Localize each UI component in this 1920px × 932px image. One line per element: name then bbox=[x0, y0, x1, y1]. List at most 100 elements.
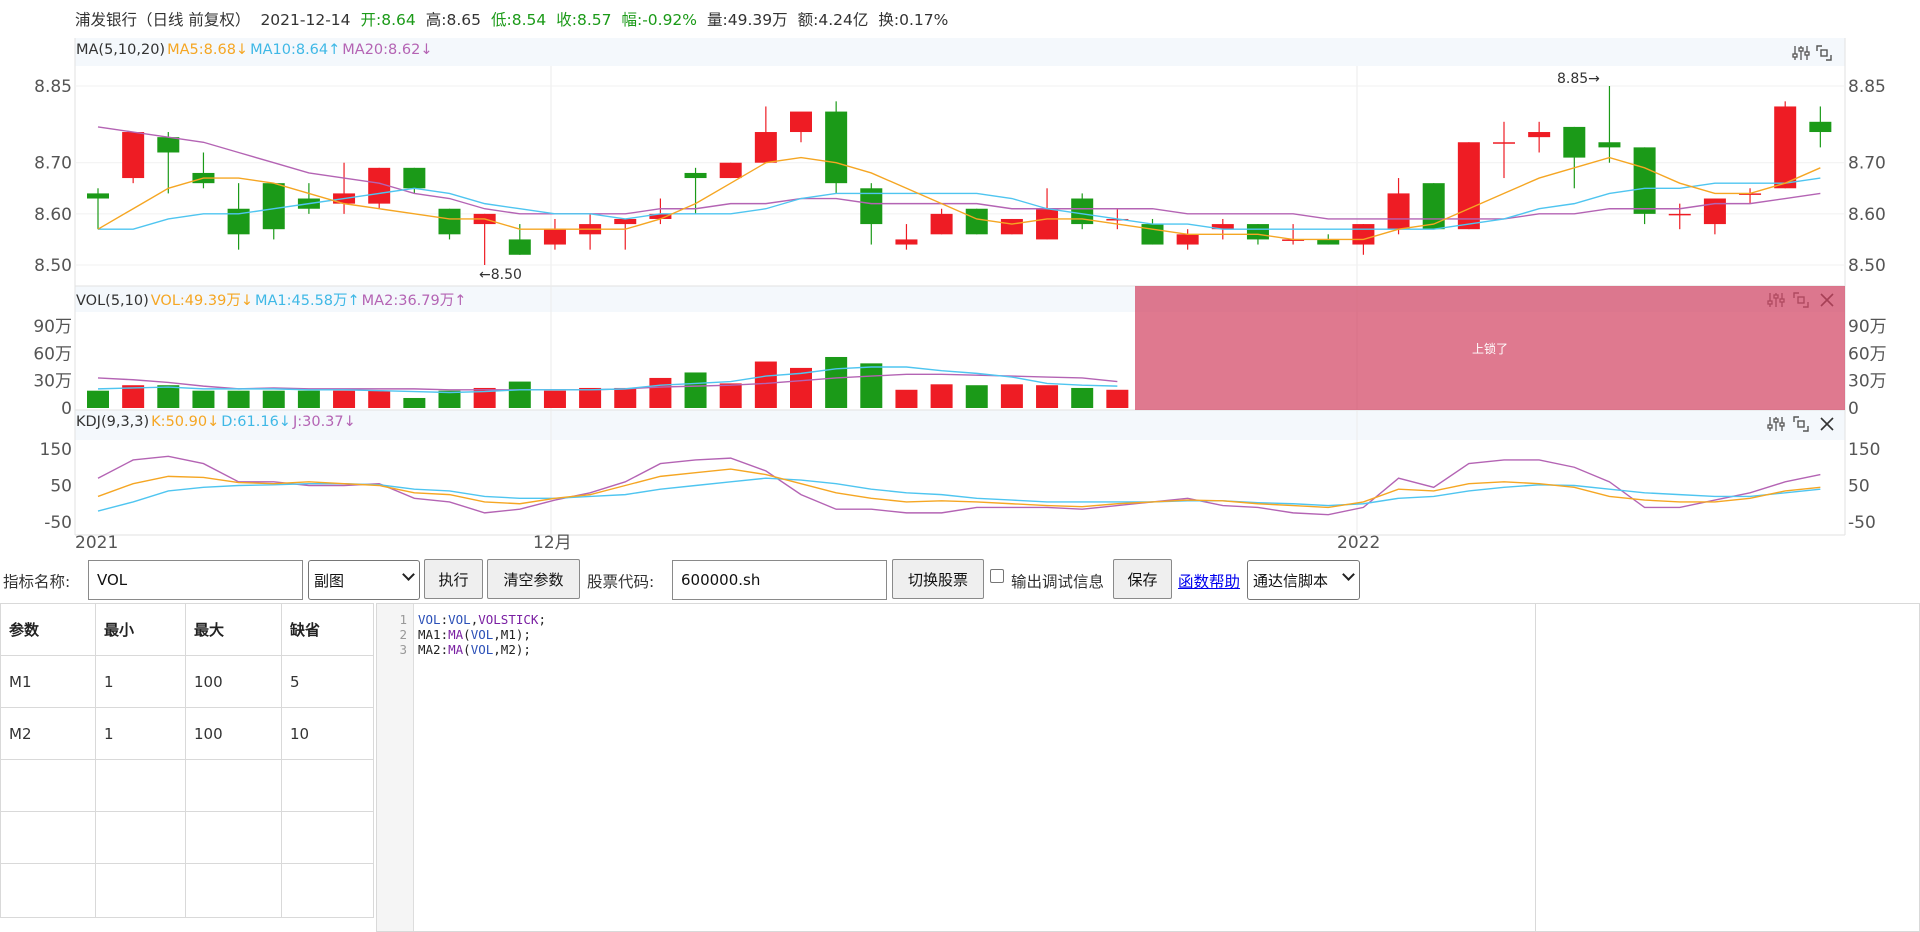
candle-body bbox=[930, 213, 953, 235]
quote-info-bar: 浦发银行（日线 前复权） 2021-12-14 开:8.64 高:8.65 低:8.54… bbox=[75, 8, 958, 30]
indicator-name-input[interactable]: VOL bbox=[88, 560, 303, 600]
param-max-cell[interactable]: 100 bbox=[185, 655, 282, 708]
kdj-tick-label-right: -50 bbox=[1848, 513, 1876, 533]
volume-bar bbox=[333, 390, 356, 408]
kdj-j-legend: J:30.37↓ bbox=[292, 414, 356, 430]
param-name-cell[interactable] bbox=[0, 759, 96, 812]
vol-legend: VOL(5,10) VOL:49.39万↓ MA1:45.58万↑ MA2:36.79… bbox=[76, 289, 468, 310]
settings-icon[interactable] bbox=[1766, 415, 1786, 433]
code-line[interactable]: MA2:MA(VOL,M2); bbox=[418, 642, 531, 657]
code-token: VOL bbox=[470, 642, 494, 657]
ma20-legend: MA20:8.62↓ bbox=[342, 42, 433, 58]
table-row[interactable]: M2 1 100 10 bbox=[0, 707, 374, 760]
candle-body bbox=[438, 208, 461, 235]
param-default-cell[interactable]: 5 bbox=[281, 655, 374, 708]
code-token: VOL bbox=[418, 612, 441, 627]
debug-label: 输出调试信息 bbox=[1011, 573, 1105, 591]
code-token: MA bbox=[448, 642, 464, 657]
volume-bar bbox=[1071, 387, 1094, 408]
param-min-cell[interactable] bbox=[95, 759, 186, 812]
volume-bar bbox=[895, 389, 918, 408]
param-min-cell[interactable]: 1 bbox=[95, 707, 186, 760]
ma-title: MA(5,10,20) bbox=[76, 42, 166, 58]
code-token: MA2: bbox=[418, 642, 449, 657]
kdj-tick-label-left: -50 bbox=[44, 513, 72, 533]
quote-date: 2021-12-14 bbox=[260, 11, 351, 29]
candle-body bbox=[754, 132, 777, 163]
param-min-cell[interactable]: 1 bbox=[95, 655, 186, 708]
script-code-editor[interactable]: 1 VOL:VOL,VOLSTICK; 2 MA1:MA(VOL,M1); 3 MA2:M… bbox=[376, 603, 1536, 932]
volume-bar bbox=[192, 390, 215, 408]
param-default-cell[interactable] bbox=[281, 759, 374, 812]
script-type-value: 通达信脚本 bbox=[1253, 571, 1329, 590]
line-number: 3 bbox=[399, 642, 407, 657]
kdj-k-legend: K:50.90↓ bbox=[151, 414, 220, 430]
param-max-cell[interactable] bbox=[185, 811, 282, 864]
table-row[interactable]: M1 1 100 5 bbox=[0, 655, 374, 708]
price-tick-label-right: 8.50 bbox=[1848, 256, 1886, 276]
vol-tick-label-left: 0 bbox=[61, 399, 72, 419]
param-default-cell[interactable]: 10 bbox=[281, 707, 374, 760]
clear-params-button[interactable]: 清空参数 bbox=[487, 559, 580, 599]
script-type-select[interactable]: 通达信脚本 bbox=[1247, 560, 1360, 600]
header-cell: 最小 bbox=[95, 603, 186, 656]
kdj-title: KDJ(9,3,3) bbox=[76, 414, 150, 430]
param-default-cell[interactable] bbox=[281, 811, 374, 864]
line-number: 1 bbox=[399, 612, 407, 627]
fullscreen-icon[interactable] bbox=[1792, 415, 1810, 433]
volume-bar bbox=[157, 385, 180, 408]
stock-code-input[interactable]: 600000.sh bbox=[672, 560, 887, 600]
switch-stock-button[interactable]: 切换股票 bbox=[892, 559, 984, 599]
fullscreen-icon[interactable] bbox=[1815, 44, 1833, 62]
kdj-d-line bbox=[97, 477, 1821, 512]
param-default-cell[interactable] bbox=[281, 863, 374, 918]
header-cell: 参数 bbox=[0, 603, 96, 656]
candle-body bbox=[87, 193, 109, 199]
volume-bar bbox=[438, 390, 461, 408]
price-tick-label-right: 8.70 bbox=[1848, 154, 1886, 174]
vol-title: VOL(5,10) bbox=[76, 293, 149, 309]
stock-name: 浦发银行（日线 前复权） bbox=[75, 11, 251, 29]
candle-body bbox=[403, 167, 426, 189]
params-table: 参数 最小 最大 缺省 M1 1 100 5 M2 1 100 10 bbox=[0, 603, 374, 918]
param-name-cell[interactable]: M2 bbox=[0, 707, 96, 760]
param-max-cell[interactable] bbox=[185, 863, 282, 918]
param-name-cell[interactable]: M1 bbox=[0, 655, 96, 708]
settings-icon[interactable] bbox=[1791, 44, 1811, 62]
close-icon[interactable] bbox=[1818, 415, 1836, 433]
output-panel bbox=[1535, 603, 1920, 932]
vol-value-legend: VOL:49.39万↓ bbox=[150, 293, 253, 309]
save-button[interactable]: 保存 bbox=[1113, 559, 1172, 599]
param-min-cell[interactable] bbox=[95, 863, 186, 918]
price-tick-label-right: 8.60 bbox=[1848, 205, 1886, 225]
ma5-legend: MA5:8.68↓ bbox=[167, 42, 249, 58]
param-name-cell[interactable] bbox=[0, 863, 96, 918]
param-min-cell[interactable] bbox=[95, 811, 186, 864]
param-max-cell[interactable] bbox=[185, 759, 282, 812]
kdj-legend: KDJ(9,3,3) K:50.90↓ D:61.16↓ J:30.37↓ bbox=[76, 414, 358, 430]
code-line[interactable]: VOL:VOL,VOLSTICK; bbox=[418, 612, 546, 627]
volume: 量:49.39万 bbox=[707, 11, 788, 29]
kline-chart[interactable]: 8.85 8.85 8.70 8.70 8.60 8.60 8.50 8.50 90万 90万 60… bbox=[0, 0, 1920, 560]
debug-checkbox[interactable] bbox=[990, 569, 1004, 583]
function-help-link[interactable]: 函数帮助 bbox=[1178, 570, 1240, 592]
kdj-tick-label-left: 50 bbox=[50, 477, 72, 497]
header-cell: 最大 bbox=[185, 603, 282, 656]
param-name-cell[interactable] bbox=[0, 811, 96, 864]
kdj-tick-label-right: 50 bbox=[1848, 477, 1870, 497]
table-row[interactable] bbox=[0, 811, 374, 864]
volume-bar bbox=[825, 356, 848, 408]
panel-select[interactable]: 副图 bbox=[308, 560, 420, 600]
code-line[interactable]: MA1:MA(VOL,M1); bbox=[418, 627, 531, 642]
amount: 额:4.24亿 bbox=[797, 11, 869, 29]
run-button[interactable]: 执行 bbox=[424, 559, 483, 599]
price-tick-label-left: 8.70 bbox=[34, 154, 72, 174]
min-price-marker: ←8.50 bbox=[479, 267, 522, 283]
param-max-cell[interactable]: 100 bbox=[185, 707, 282, 760]
low-price: 低:8.54 bbox=[491, 11, 547, 29]
header-cell: 缺省 bbox=[281, 603, 374, 656]
table-row[interactable] bbox=[0, 863, 374, 918]
table-row[interactable] bbox=[0, 759, 374, 812]
vol-tick-label-left: 90万 bbox=[33, 317, 72, 337]
code-token: : bbox=[440, 612, 449, 627]
